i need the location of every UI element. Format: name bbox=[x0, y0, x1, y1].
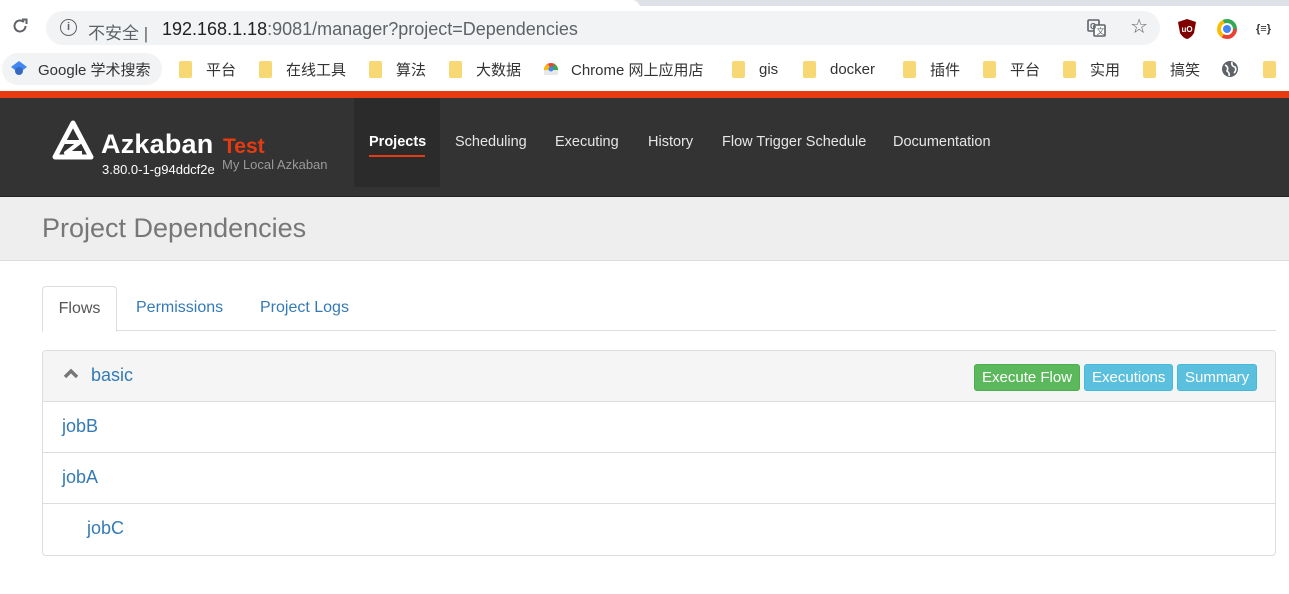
bookmark-folder[interactable]: 在线工具 bbox=[259, 53, 346, 85]
url-text[interactable]: 192.168.1.18:9081/manager?project=Depend… bbox=[162, 19, 578, 40]
bookmark-label: gis bbox=[759, 60, 779, 78]
flow-panel-heading: basic Execute Flow Executions Summary bbox=[43, 351, 1275, 402]
bookmark-google-scholar[interactable]: Google 学术搜索 bbox=[2, 53, 162, 85]
tab-permissions[interactable]: Permissions bbox=[136, 286, 223, 331]
bookmark-label: 搞笑 bbox=[1170, 61, 1201, 79]
nav-history[interactable]: History bbox=[648, 134, 693, 150]
bookmark-folder[interactable]: 算法 bbox=[369, 53, 426, 85]
bookmark-folder[interactable]: 平台 bbox=[179, 53, 236, 85]
executions-button[interactable]: Executions bbox=[1084, 364, 1174, 391]
nav-projects[interactable]: Projects bbox=[369, 134, 426, 150]
bookmark-star-icon[interactable]: ☆ bbox=[1130, 16, 1148, 38]
flow-panel: basic Execute Flow Executions Summary jo… bbox=[42, 350, 1276, 556]
tab-flows[interactable]: Flows bbox=[42, 286, 117, 332]
security-label: 不安全 | bbox=[88, 24, 149, 43]
bookmark-label: Google 学术搜索 bbox=[38, 61, 151, 79]
bookmark-folder[interactable]: 大数据 bbox=[449, 53, 521, 85]
brand-subtitle: My Local Azkaban bbox=[222, 157, 328, 172]
job-link[interactable]: jobA bbox=[62, 467, 98, 488]
bookmark-label: 大数据 bbox=[476, 61, 522, 79]
bookmark-folder[interactable]: 插件 bbox=[903, 53, 960, 85]
bookmark-chrome-webstore[interactable]: Chrome 网上应用店 bbox=[543, 53, 704, 85]
nav-active-underline bbox=[369, 155, 425, 157]
version-label: 3.80.0-1-g94ddcf2e bbox=[102, 162, 215, 177]
insecure-text: 不安全 bbox=[88, 24, 139, 43]
bookmarks-bar: Google 学术搜索 平台 在线工具 算法 大数据 Chrome 网上应用店 … bbox=[0, 50, 1289, 88]
brand-name[interactable]: Azkaban bbox=[101, 129, 213, 160]
chrome-webstore-icon bbox=[544, 63, 558, 75]
flow-name-link[interactable]: basic bbox=[91, 365, 133, 386]
color-ring-extension-icon[interactable] bbox=[1216, 18, 1238, 40]
url-host: 192.168.1.18 bbox=[162, 19, 268, 39]
job-row-nested: jobC bbox=[43, 504, 1275, 555]
url-path: :9081/manager?project=Dependencies bbox=[267, 19, 578, 39]
bookmark-label: 插件 bbox=[930, 61, 961, 79]
nav-flow-trigger-schedule[interactable]: Flow Trigger Schedule bbox=[722, 134, 866, 150]
job-link[interactable]: jobC bbox=[87, 518, 124, 539]
bookmark-folder[interactable]: docker bbox=[803, 53, 875, 85]
folder-icon bbox=[1063, 60, 1076, 78]
bookmark-label: docker bbox=[830, 60, 876, 78]
folder-icon bbox=[732, 60, 745, 78]
folder-icon bbox=[983, 60, 996, 78]
azkaban-logo-icon[interactable] bbox=[52, 120, 94, 162]
nav-executing[interactable]: Executing bbox=[555, 134, 619, 150]
svg-text:G: G bbox=[1090, 22, 1096, 31]
chevron-up-icon[interactable] bbox=[63, 368, 79, 378]
ublock-icon[interactable]: uO bbox=[1177, 18, 1199, 40]
translate-icon[interactable]: G文 bbox=[1087, 19, 1106, 37]
bookmark-folder[interactable]: 平台 bbox=[983, 53, 1040, 85]
globe-icon bbox=[1222, 61, 1238, 77]
bookmark-label: Chrome 网上应用店 bbox=[571, 61, 704, 79]
folder-icon bbox=[259, 60, 272, 78]
job-row: jobB bbox=[43, 402, 1275, 453]
svg-text:uO: uO bbox=[1182, 25, 1193, 34]
bookmark-label: 平台 bbox=[206, 61, 237, 79]
address-bar[interactable]: i 不安全 | 192.168.1.18:9081/manager?projec… bbox=[46, 11, 1160, 45]
job-link[interactable]: jobB bbox=[62, 416, 98, 437]
folder-icon bbox=[1143, 60, 1156, 78]
folder-icon bbox=[1263, 60, 1276, 78]
browser-toolbar: i 不安全 | 192.168.1.18:9081/manager?projec… bbox=[0, 6, 1289, 50]
bookmark-folder[interactable]: 搞笑 bbox=[1143, 53, 1200, 85]
folder-icon bbox=[179, 60, 192, 78]
google-scholar-icon bbox=[11, 61, 27, 75]
bookmark-label: 算法 bbox=[396, 61, 427, 79]
bookmark-label: 在线工具 bbox=[286, 61, 347, 79]
page-title: Project Dependencies bbox=[42, 213, 307, 243]
json-viewer-icon[interactable]: {≡} bbox=[1256, 18, 1278, 40]
folder-icon bbox=[449, 60, 462, 78]
nav-scheduling[interactable]: Scheduling bbox=[455, 134, 527, 150]
project-tabs: Flows Permissions Project Logs bbox=[42, 286, 1276, 332]
bookmark-folder[interactable]: 实用 bbox=[1063, 53, 1120, 85]
bookmark-globe[interactable] bbox=[1221, 53, 1239, 85]
svg-text:文: 文 bbox=[1097, 26, 1105, 36]
folder-icon bbox=[369, 60, 382, 78]
folder-icon bbox=[803, 60, 816, 78]
bookmark-folder-partial[interactable] bbox=[1263, 53, 1289, 85]
info-icon[interactable]: i bbox=[60, 19, 77, 36]
bookmark-label: 实用 bbox=[1090, 61, 1121, 79]
reload-icon[interactable] bbox=[8, 16, 32, 40]
tab-project-logs[interactable]: Project Logs bbox=[260, 286, 349, 331]
environment-label: Test bbox=[223, 135, 265, 158]
nav-documentation[interactable]: Documentation bbox=[893, 134, 991, 150]
job-row: jobA bbox=[43, 453, 1275, 504]
execute-flow-button[interactable]: Execute Flow bbox=[974, 364, 1081, 391]
folder-icon bbox=[903, 60, 916, 78]
page-header: Project Dependencies bbox=[0, 197, 1289, 261]
summary-button[interactable]: Summary bbox=[1177, 364, 1258, 391]
bookmark-folder[interactable]: gis bbox=[732, 53, 778, 85]
bookmark-label: 平台 bbox=[1010, 61, 1041, 79]
azkaban-navbar: Azkaban Test 3.80.0-1-g94ddcf2e My Local… bbox=[0, 91, 1289, 197]
